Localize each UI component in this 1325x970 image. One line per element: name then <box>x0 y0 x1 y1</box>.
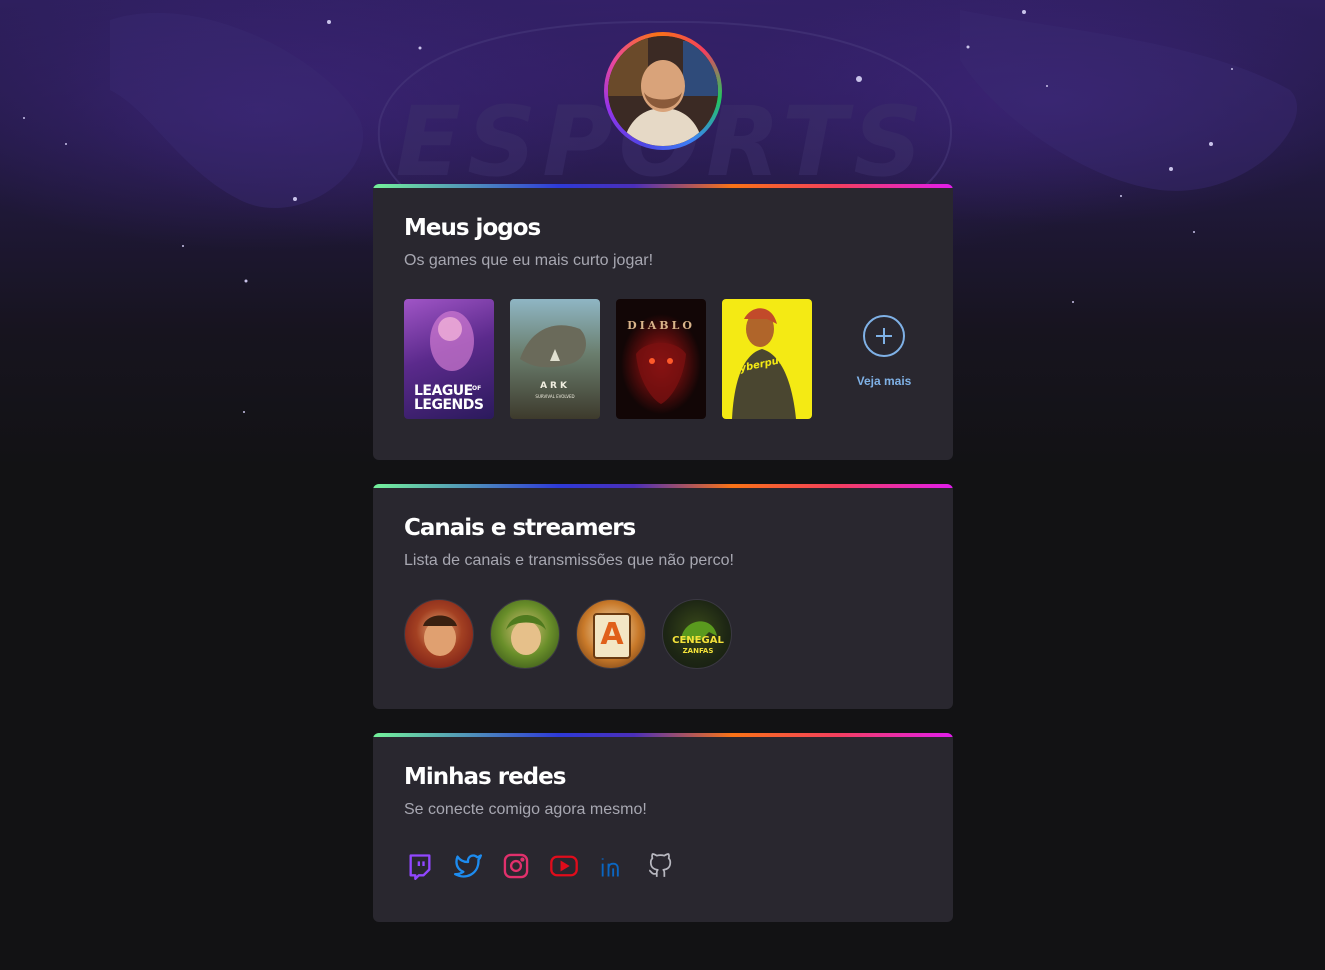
games-card: Meus jogos Os games que eu mais curto jo… <box>373 184 953 460</box>
game-cover-subtitle: SURVIVAL EVOLVED <box>535 394 575 399</box>
youtube-link[interactable] <box>548 851 580 881</box>
games-title: Meus jogos <box>404 215 541 241</box>
plus-circle-icon <box>863 315 905 357</box>
streamer-avatar-1[interactable] <box>404 599 474 669</box>
streamer-logo-text: A <box>600 617 624 652</box>
user-photo-icon <box>608 36 718 146</box>
youtube-icon <box>550 855 578 877</box>
game-cover-of: OF <box>472 385 482 392</box>
channels-title: Canais e streamers <box>404 515 636 541</box>
twitch-link[interactable] <box>404 851 436 881</box>
twitter-link[interactable] <box>452 851 484 881</box>
see-more-label: Veja mais <box>856 374 912 388</box>
game-cover-cyberpunk[interactable]: Cyberpunk <box>722 299 812 419</box>
social-title: Minhas redes <box>404 764 566 790</box>
game-cover-subtitle: LEGENDS <box>414 397 484 413</box>
github-link[interactable] <box>644 851 676 881</box>
streamer-logo-line2: ZANFAS <box>682 647 714 655</box>
twitch-icon <box>409 854 431 880</box>
channels-subtitle: Lista de canais e transmissões que não p… <box>404 552 734 569</box>
instagram-link[interactable] <box>500 851 532 881</box>
game-cover-ark[interactable]: ARK SURVIVAL EVOLVED <box>510 299 600 419</box>
profile-avatar <box>604 32 722 150</box>
games-subtitle: Os games que eu mais curto jogar! <box>404 252 654 269</box>
game-cover-title: ARK <box>540 381 570 391</box>
streamer-avatar-4[interactable]: CENEGAL ZANFAS <box>662 599 732 669</box>
linkedin-icon <box>601 858 619 877</box>
linkedin-link[interactable] <box>596 851 628 881</box>
game-cover-diablo[interactable]: DIABLO <box>616 299 706 419</box>
streamer-avatar-3[interactable]: A <box>576 599 646 669</box>
game-cover-league-of-legends[interactable]: LEAGUE OF LEGENDS <box>404 299 494 419</box>
see-more-button[interactable]: Veja mais <box>846 315 922 388</box>
social-subtitle: Se conecte comigo agora mesmo! <box>404 801 647 818</box>
social-card: Minhas redes Se conecte comigo agora mes… <box>373 733 953 922</box>
instagram-icon <box>503 853 529 879</box>
github-icon <box>648 853 672 877</box>
twitter-icon <box>454 854 482 878</box>
channels-card: Canais e streamers Lista de canais e tra… <box>373 484 953 709</box>
streamer-logo-line1: CENEGAL <box>672 635 724 646</box>
streamer-avatar-2[interactable] <box>490 599 560 669</box>
